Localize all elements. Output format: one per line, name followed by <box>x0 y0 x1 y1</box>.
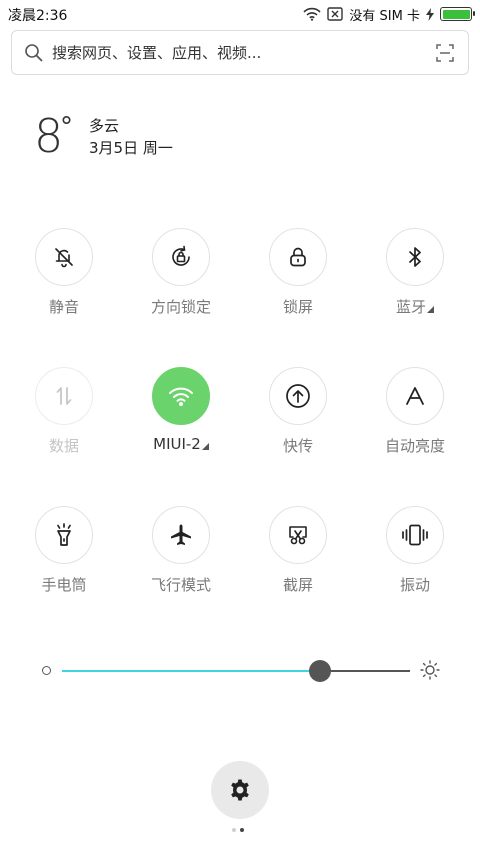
toggle-rotation-lock[interactable]: 方向锁定 <box>126 228 236 317</box>
toggle-lock-screen[interactable]: 锁屏 <box>243 228 353 317</box>
rotation-lock-icon <box>172 245 190 266</box>
page-dot <box>240 828 244 832</box>
page-dot <box>232 828 236 832</box>
airplane-icon <box>171 524 191 545</box>
toggle-label-row: MIUI-2 <box>126 435 236 453</box>
toggle-airplane-mode-button[interactable] <box>152 506 210 564</box>
toggle-quick-transfer-button[interactable] <box>269 367 327 425</box>
brightness-slider[interactable] <box>40 655 440 685</box>
toggle-label: 飞行模式 <box>150 576 211 594</box>
weather-temperature: 8 <box>34 109 63 163</box>
toggle-label: 方向锁定 <box>150 298 211 316</box>
toggle-wifi-button[interactable] <box>152 367 210 425</box>
brightness-track[interactable] <box>62 660 410 682</box>
status-time: 凌晨2:36 <box>8 8 68 24</box>
toggle-quick-transfer[interactable]: 快传 <box>243 367 353 456</box>
auto-brightness-icon <box>406 387 424 405</box>
toggle-label: 截屏 <box>282 576 313 594</box>
gear-icon <box>231 779 249 801</box>
toggle-silent[interactable]: 静音 <box>9 228 119 317</box>
toggle-label: 自动亮度 <box>384 437 445 455</box>
brightness-low-icon <box>42 666 51 675</box>
toggle-label: 静音 <box>48 298 79 316</box>
toggle-rotation-lock-button[interactable] <box>152 228 210 286</box>
weather-date: 3月5日 周一 <box>89 139 173 157</box>
toggle-label: 锁屏 <box>282 298 313 316</box>
more-options-icon[interactable] <box>427 306 434 313</box>
toggle-screenshot[interactable]: 截屏 <box>243 506 353 595</box>
toggle-data-button[interactable] <box>35 367 93 425</box>
settings-button[interactable] <box>211 761 269 819</box>
toggle-silent-button[interactable] <box>35 228 93 286</box>
toggle-flashlight[interactable]: 手电筒 <box>9 506 119 595</box>
toggle-lock-screen-button[interactable] <box>269 228 327 286</box>
charging-bolt-icon <box>426 7 434 21</box>
vibrate-icon <box>402 524 428 546</box>
brightness-fill <box>62 670 320 672</box>
flashlight-icon <box>57 523 71 546</box>
more-options-icon[interactable] <box>201 443 209 450</box>
toggle-vibrate[interactable]: 振动 <box>360 506 470 595</box>
toggle-screenshot-button[interactable] <box>269 506 327 564</box>
toggle-bluetooth[interactable]: 蓝牙 <box>360 228 470 317</box>
toggle-label: 蓝牙 <box>395 298 426 316</box>
toggle-label: 数据 <box>48 437 79 455</box>
upload-icon <box>286 384 310 408</box>
battery-icon <box>440 7 475 21</box>
scan-icon[interactable] <box>436 44 454 66</box>
search-icon <box>24 43 44 67</box>
status-bar: 凌晨2:36 没有 SIM 卡 <box>0 0 480 28</box>
battery-fill <box>442 9 470 19</box>
sim-x-icon <box>327 7 344 21</box>
toggle-auto-brightness-button[interactable] <box>386 367 444 425</box>
toggle-vibrate-button[interactable] <box>386 506 444 564</box>
toggle-label-row: 蓝牙 <box>360 296 470 317</box>
carrier-text: 没有 SIM 卡 <box>349 8 420 24</box>
search-input[interactable] <box>52 40 422 66</box>
brightness-thumb[interactable] <box>308 660 331 682</box>
data-arrows-icon <box>56 387 72 405</box>
bell-off-icon <box>55 248 73 268</box>
toggle-wifi[interactable]: MIUI-2 <box>126 367 236 453</box>
toggle-auto-brightness[interactable]: 自动亮度 <box>360 367 470 456</box>
wifi-icon <box>169 387 193 406</box>
weather-degree-symbol: ° <box>60 112 73 142</box>
toggle-label: 手电筒 <box>41 576 87 594</box>
bluetooth-icon <box>409 247 421 267</box>
status-indicators: 没有 SIM 卡 <box>303 4 475 24</box>
wifi-icon <box>303 7 322 21</box>
screenshot-icon <box>289 526 307 545</box>
toggle-label: 振动 <box>399 576 430 594</box>
lock-icon <box>290 247 306 267</box>
brightness-high-icon <box>420 660 440 684</box>
search-bar[interactable] <box>11 30 469 75</box>
page-indicator <box>232 828 244 832</box>
toggle-label: 快传 <box>282 437 313 455</box>
toggle-data[interactable]: 数据 <box>9 367 119 456</box>
toggle-label: MIUI-2 <box>153 435 201 453</box>
toggle-bluetooth-button[interactable] <box>386 228 444 286</box>
toggle-flashlight-button[interactable] <box>35 506 93 564</box>
weather-condition: 多云 <box>89 117 120 135</box>
toggle-airplane-mode[interactable]: 飞行模式 <box>126 506 236 595</box>
